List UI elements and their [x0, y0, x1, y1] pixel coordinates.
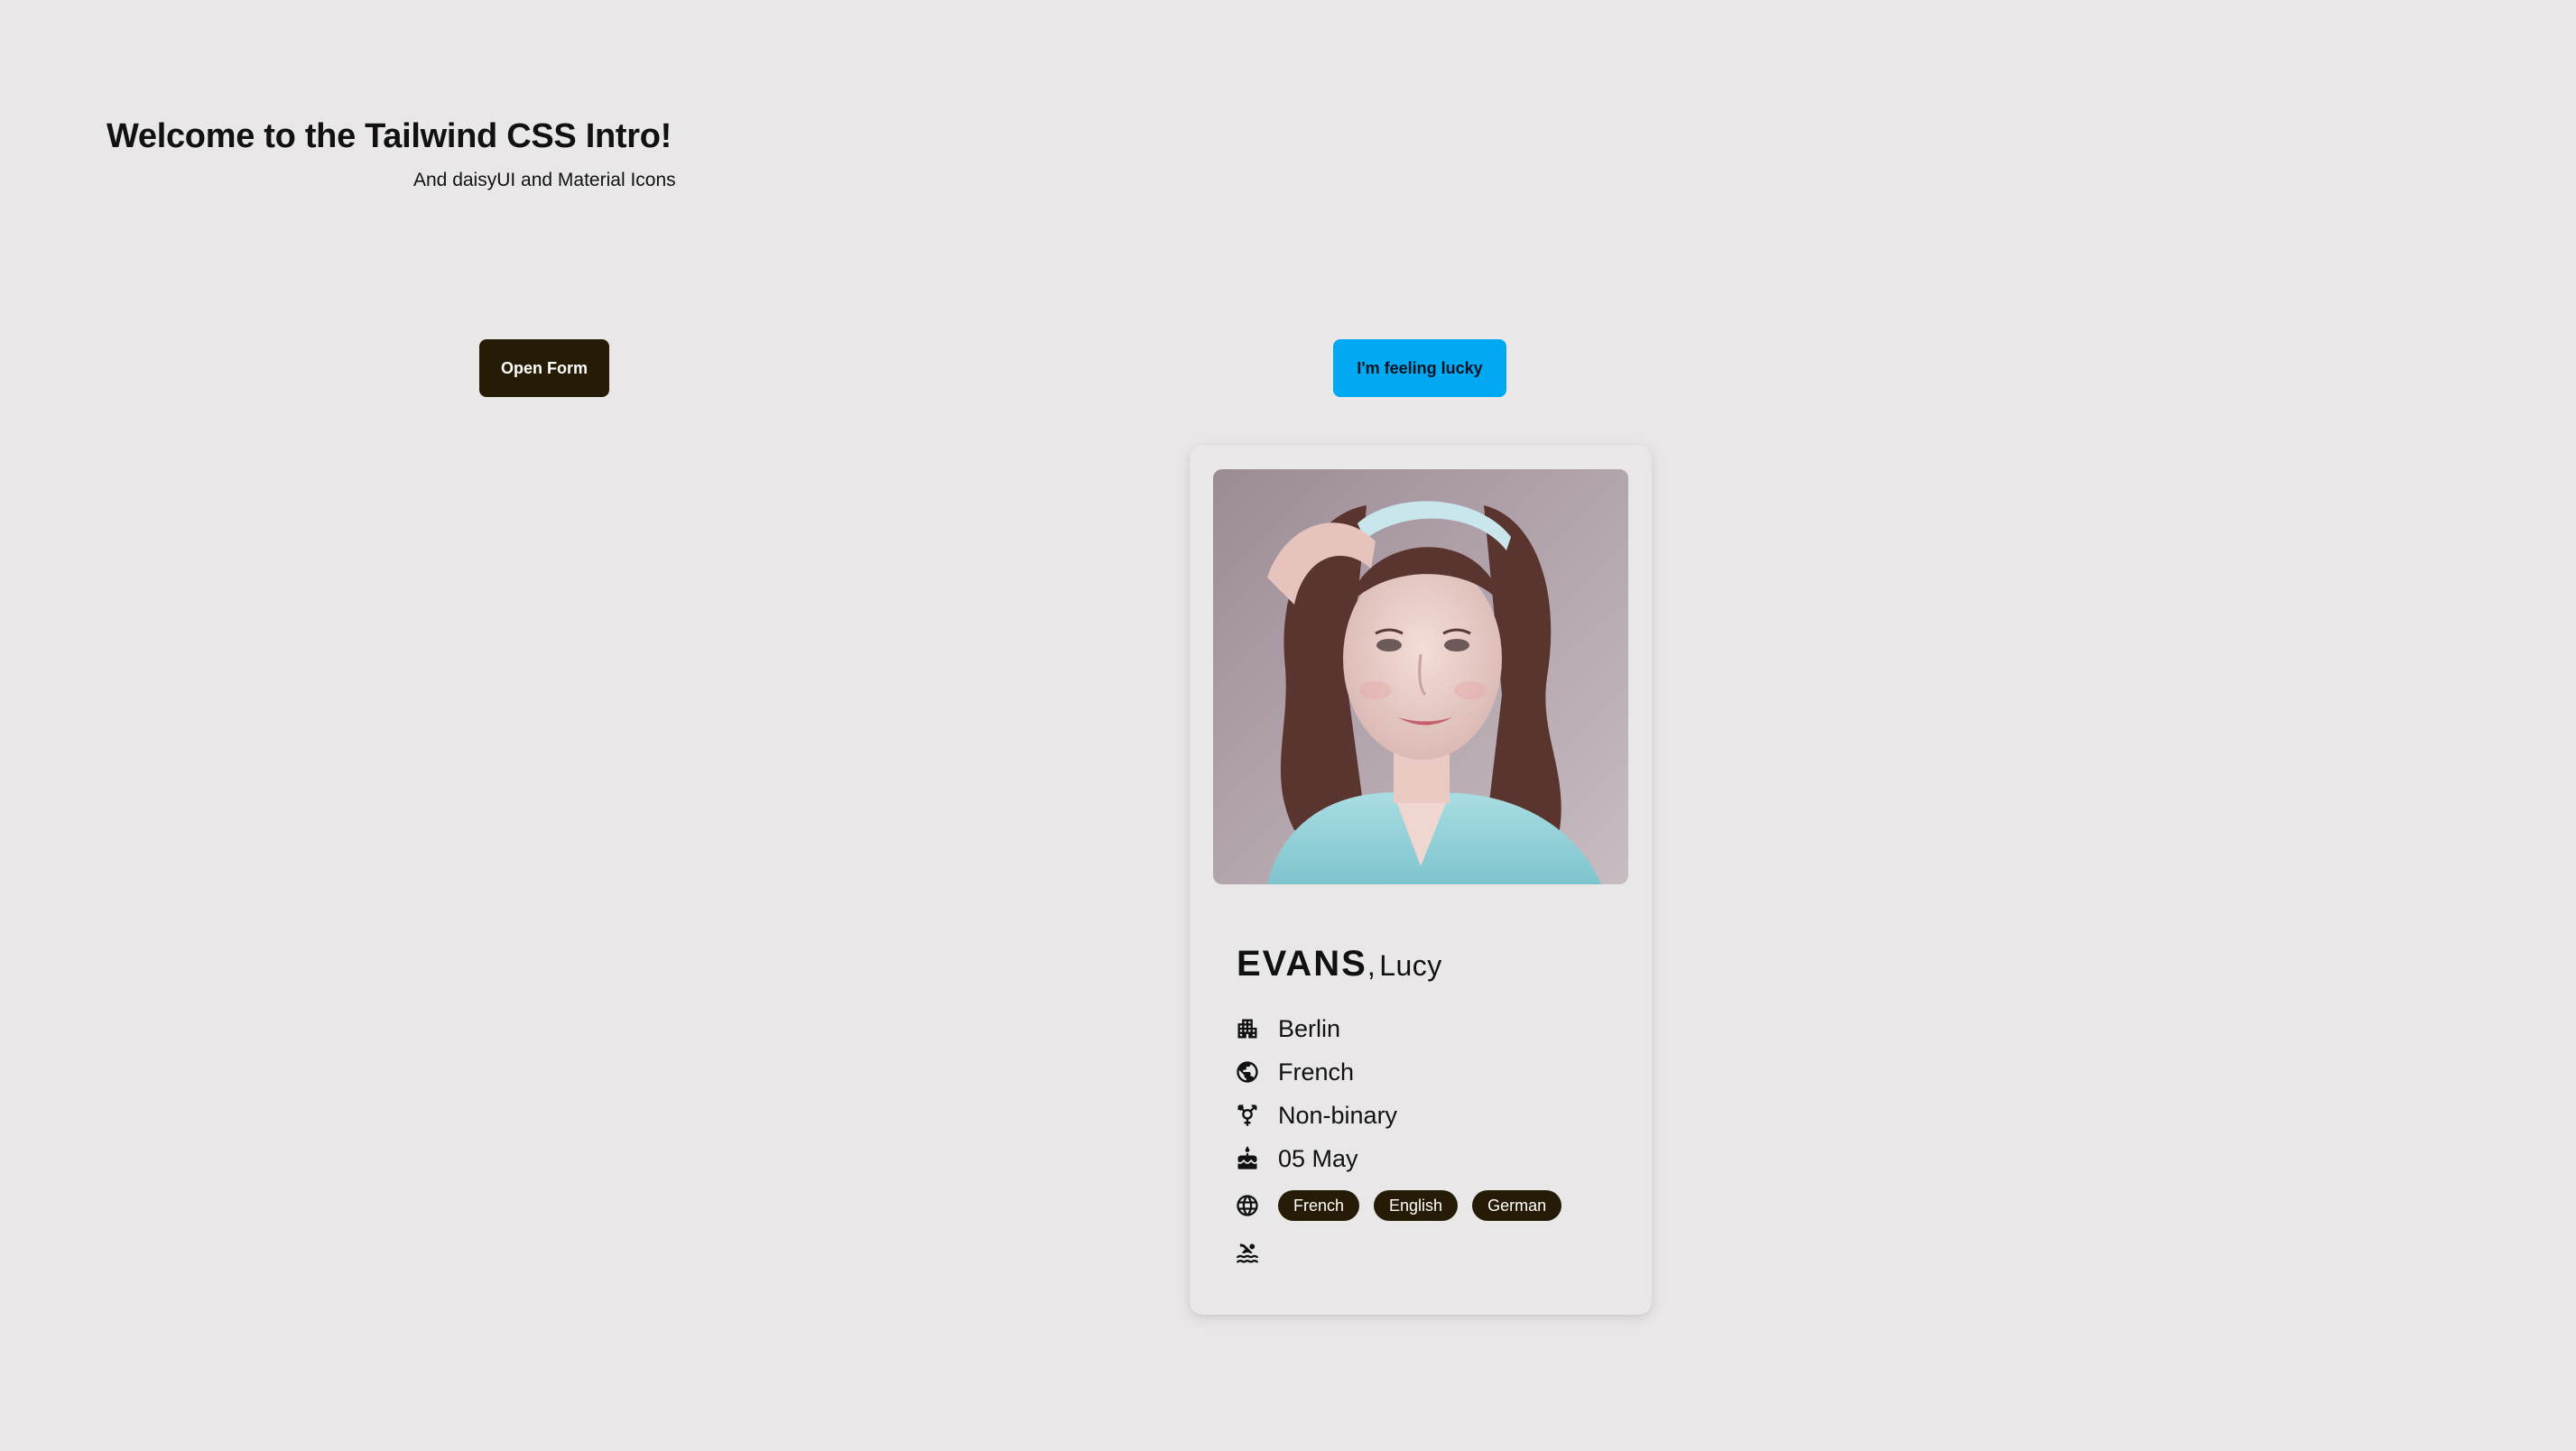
feeling-lucky-button[interactable]: I'm feeling lucky: [1333, 339, 1506, 397]
profile-name: EVANS, Lucy: [1237, 944, 1442, 984]
birthday-row: 05 May: [1235, 1141, 1358, 1177]
city-text: Berlin: [1278, 1014, 1341, 1042]
open-form-button[interactable]: Open Form: [479, 339, 609, 397]
cake-icon: [1235, 1146, 1260, 1171]
languages-row: French English German: [1235, 1188, 1562, 1224]
public-icon: [1235, 1059, 1260, 1085]
language-badge: French: [1278, 1190, 1360, 1221]
language-badge: English: [1374, 1190, 1459, 1221]
page-title: Welcome to the Tailwind CSS Intro!: [107, 117, 672, 155]
gender-row: Non-binary: [1235, 1097, 1397, 1133]
language-badge: German: [1472, 1190, 1562, 1221]
transgender-icon: [1235, 1103, 1260, 1128]
nationality-text: French: [1278, 1058, 1355, 1086]
name-separator: ,: [1367, 949, 1376, 982]
profile-card: EVANS, Lucy Berlin French Non-binary 05 …: [1190, 445, 1652, 1315]
hobbies-row: [1235, 1235, 1278, 1271]
page: Welcome to the Tailwind CSS Intro! And d…: [0, 0, 2576, 1451]
birthday-text: 05 May: [1278, 1144, 1358, 1172]
page-subtitle: And daisyUI and Material Icons: [413, 170, 676, 190]
profile-first-name: Lucy: [1379, 949, 1442, 982]
nationality-row: French: [1235, 1054, 1354, 1090]
language-badges: French English German: [1278, 1190, 1562, 1221]
header: Welcome to the Tailwind CSS Intro! And d…: [107, 112, 684, 190]
apartment-icon: [1235, 1016, 1260, 1041]
gender-text: Non-binary: [1278, 1101, 1398, 1129]
pool-icon: [1235, 1241, 1260, 1266]
profile-surname: EVANS: [1237, 944, 1367, 984]
language-icon: [1235, 1193, 1260, 1218]
profile-photo: [1213, 469, 1628, 884]
city-row: Berlin: [1235, 1011, 1340, 1047]
